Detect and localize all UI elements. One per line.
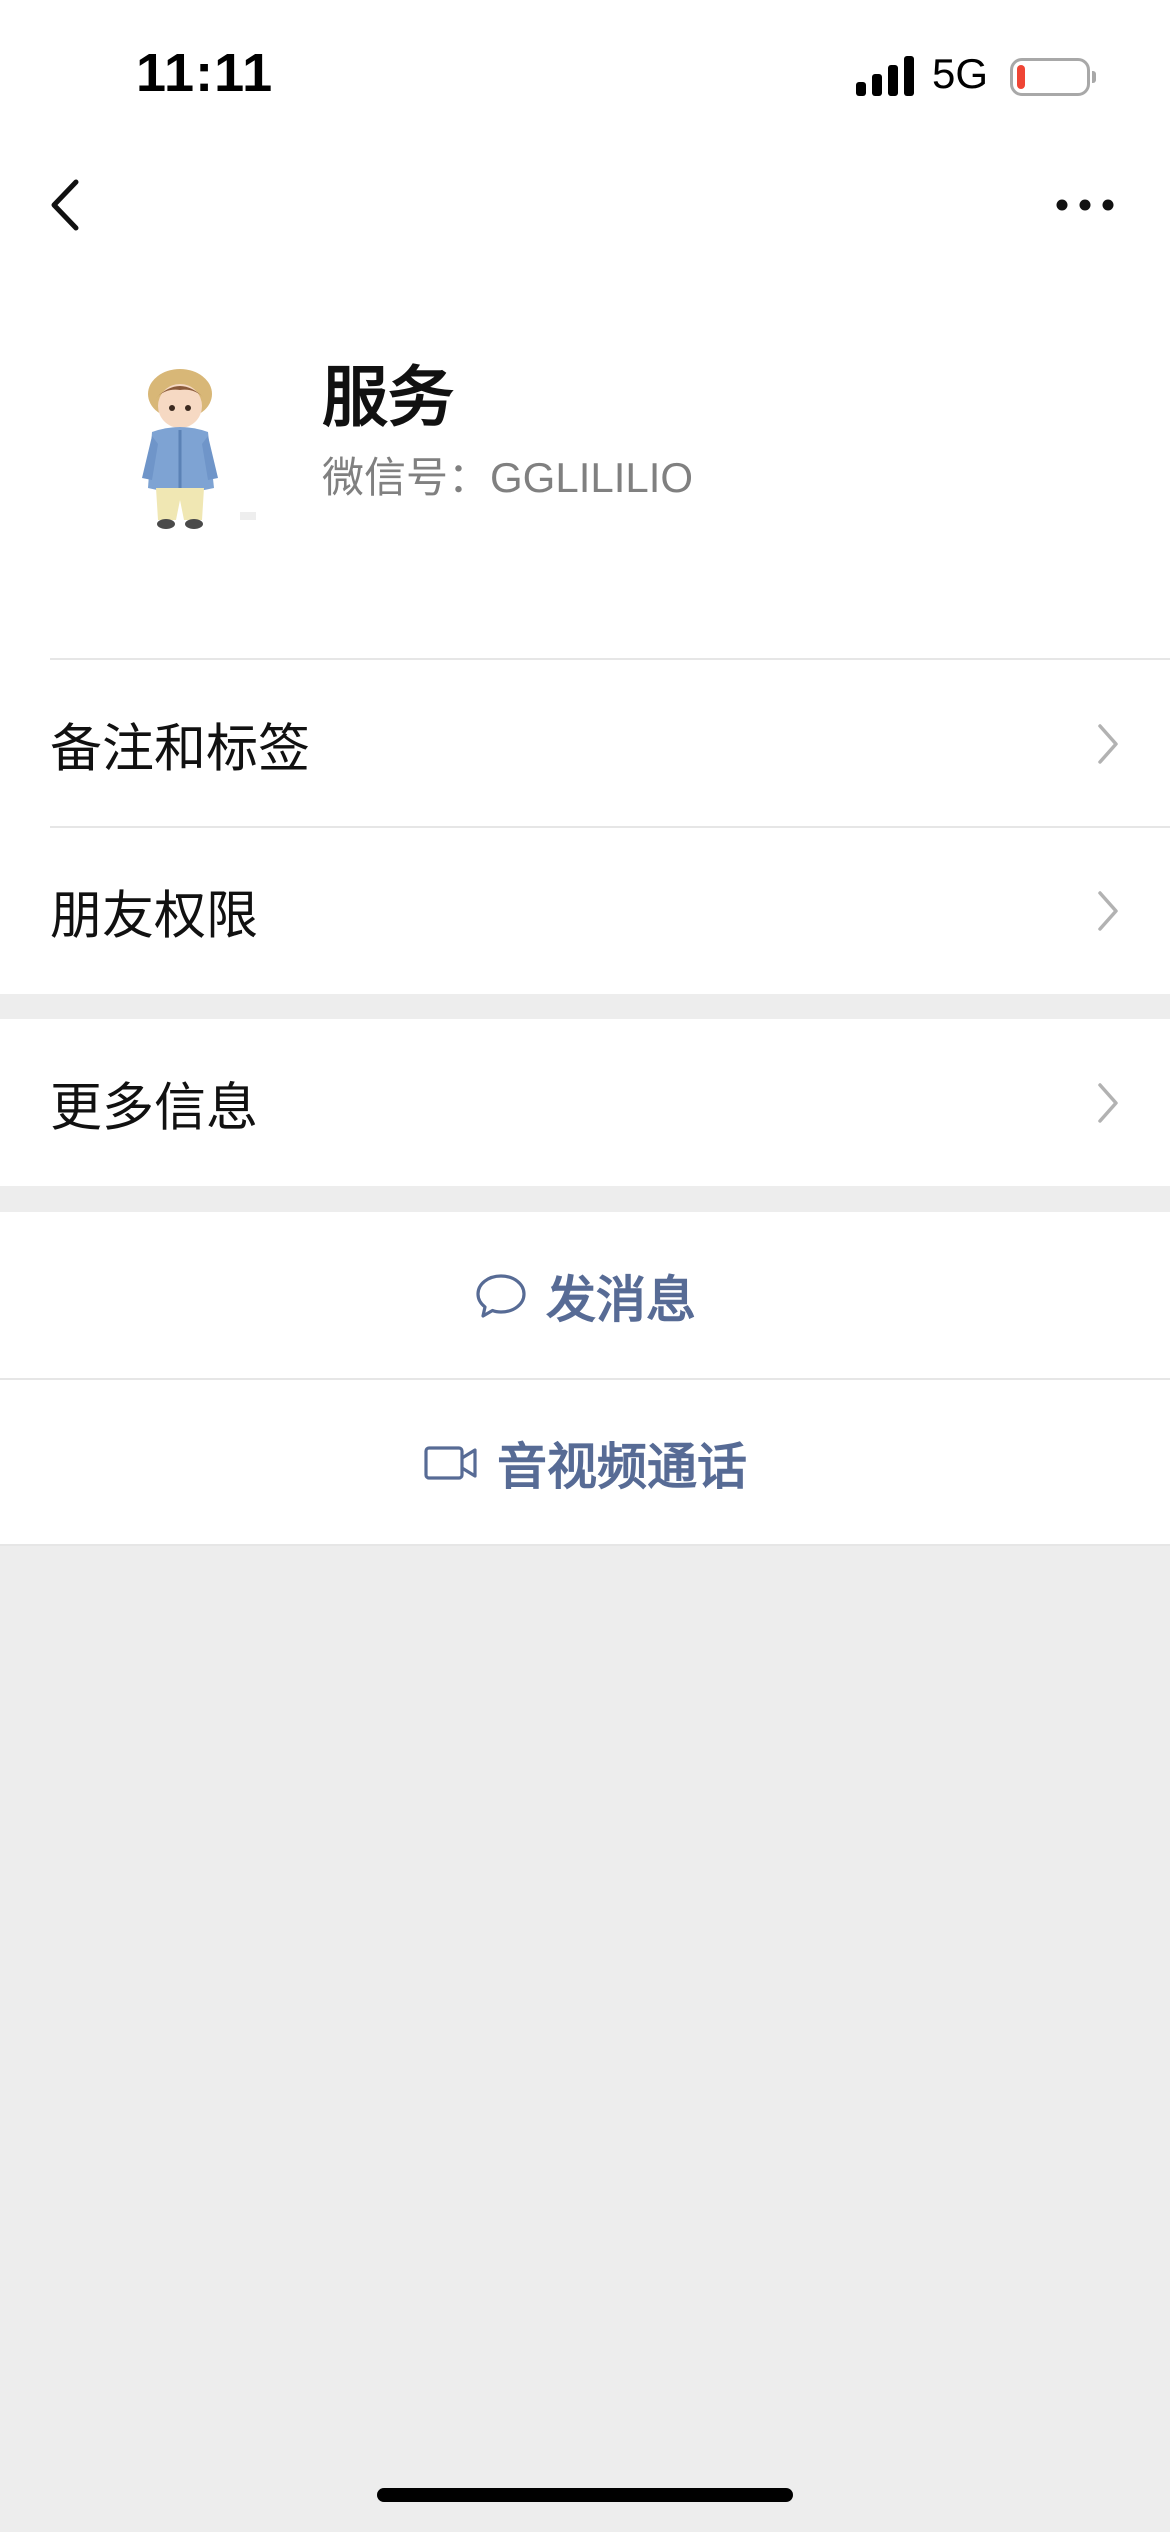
ellipsis-icon: [1056, 199, 1114, 211]
chevron-right-icon: [1098, 890, 1118, 931]
list-item-label: 更多信息: [50, 1078, 259, 1138]
chat-bubble-icon: [476, 1273, 526, 1318]
status-bar: 11:11 5G: [0, 0, 1170, 140]
more-button[interactable]: [1048, 180, 1128, 230]
video-call-label: 音视频通话: [497, 1437, 747, 1496]
home-indicator[interactable]: [377, 2488, 793, 2502]
back-button[interactable]: [40, 170, 100, 240]
cartoon-boy-avatar: [142, 369, 256, 529]
battery-level: [1017, 65, 1025, 89]
settings-group: 备注和标签 朋友权限: [0, 660, 1170, 994]
avatar[interactable]: [98, 360, 278, 550]
info-group: 更多信息: [0, 1019, 1170, 1186]
network-type: 5G: [932, 50, 989, 97]
profile-header: 服务 微信号：GGLILILIO: [0, 270, 1170, 660]
signal-icon: [856, 56, 914, 96]
list-item-label: 备注和标签: [50, 719, 311, 779]
wechat-id: 微信号：GGLILILIO: [322, 454, 694, 501]
chevron-right-icon: [1098, 1082, 1118, 1123]
battery-icon: [1010, 58, 1096, 96]
divider: [0, 1544, 1170, 1546]
video-call-button[interactable]: 音视频通话: [0, 1379, 1170, 1546]
status-time: 11:11: [136, 43, 274, 103]
actions-group: 发消息 音视频通话: [0, 1212, 1170, 1546]
list-item-friend-permissions[interactable]: 朋友权限: [0, 827, 1170, 994]
contact-name: 服务: [322, 359, 454, 436]
list-item-more-info[interactable]: 更多信息: [0, 1019, 1170, 1186]
chevron-right-icon: [1098, 723, 1118, 764]
chevron-left-icon: [51, 179, 79, 231]
send-message-label: 发消息: [546, 1270, 696, 1329]
list-item-remarks-tags[interactable]: 备注和标签: [0, 660, 1170, 827]
list-item-label: 朋友权限: [50, 886, 259, 946]
send-message-button[interactable]: 发消息: [0, 1212, 1170, 1379]
video-camera-icon: [424, 1445, 477, 1480]
nav-bar: [0, 140, 1170, 270]
